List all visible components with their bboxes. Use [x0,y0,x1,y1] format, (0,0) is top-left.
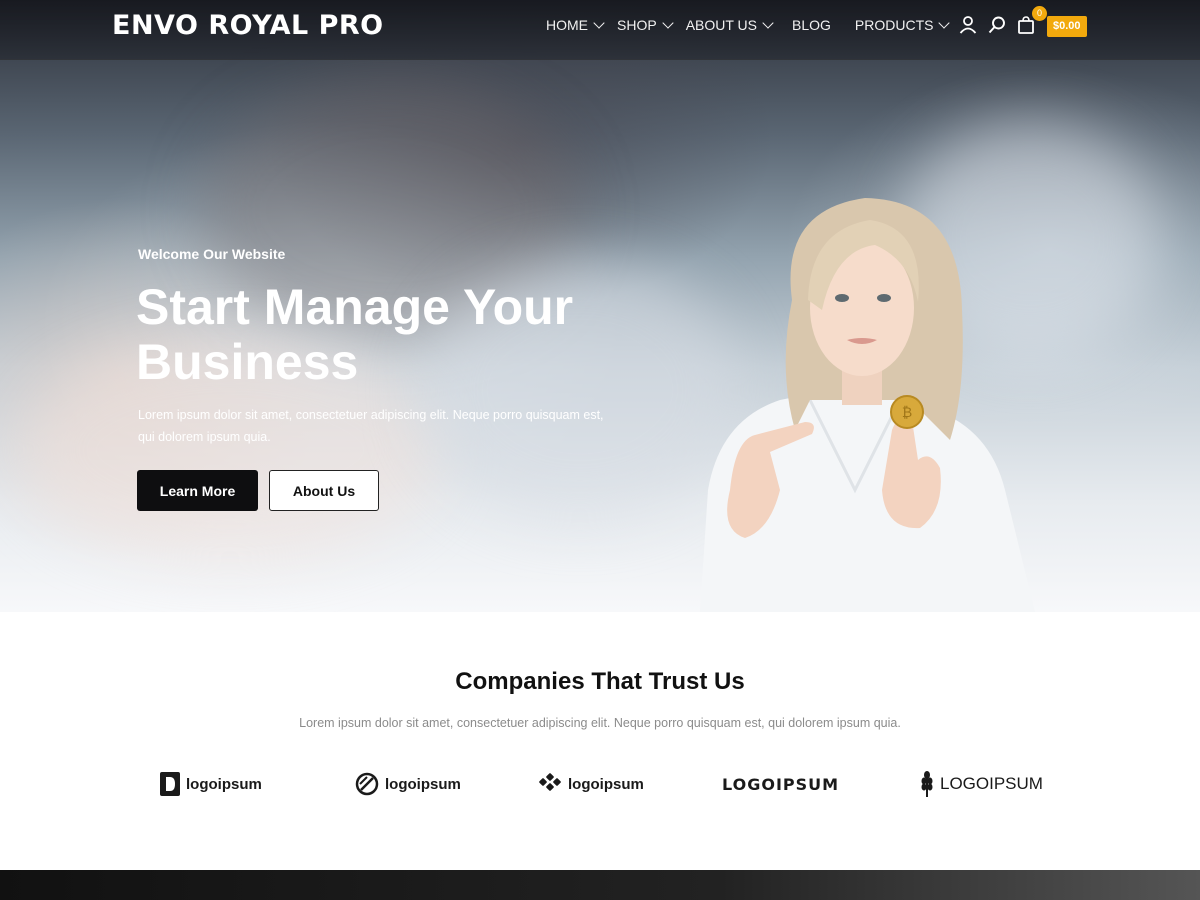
cart-total[interactable]: $0.00 [1047,16,1087,37]
nav-about-us[interactable]: ABOUT US [685,17,774,33]
company-logo-5: LOGOIPSUM [920,766,1043,802]
nav-home-label: HOME [546,17,588,33]
logo-mark-chain-icon [539,773,561,791]
nav-products[interactable]: PRODUCTS [854,17,951,33]
site-logo[interactable]: ENVO ROYAL PRO [112,10,384,41]
nav-home[interactable]: HOME [546,17,605,33]
about-us-button[interactable]: About Us [269,470,379,511]
hero-woman-image: ₿ [700,198,1035,612]
logo-wordmark: LOGOIPSUM [722,774,840,794]
hero-title-line2: Business [136,334,359,390]
logo-mark-d-icon [160,772,180,796]
nav-shop-label: SHOP [617,17,657,33]
company-logo-2: logoipsum [355,766,461,802]
chevron-down-icon [593,17,605,29]
chevron-down-icon [938,17,951,29]
logo-text: logoipsum [186,775,262,793]
hero-eyebrow: Welcome Our Website [138,246,286,262]
chevron-down-icon [662,17,674,29]
hero-title: Start Manage Your Business [136,280,656,390]
chevron-down-icon [762,17,774,29]
company-logo-3: logoipsum [538,766,644,802]
nav-shop[interactable]: SHOP [617,17,674,33]
hero-title-line1: Start Manage Your [136,279,574,335]
nav-products-label: PRODUCTS [854,17,934,33]
companies-description: Lorem ipsum dolor sit amet, consectetuer… [299,716,901,730]
main-nav: HOME SHOP ABOUT US BLOG PRODUCTS [546,17,951,33]
logo-text: LOGOIPSUM [940,774,1043,793]
company-logo-4: LOGOIPSUM [722,766,839,802]
logo-mark-wheat-icon [921,771,933,797]
company-logo-1: logoipsum [160,766,262,802]
hero-description: Lorem ipsum dolor sit amet, consectetuer… [138,408,604,444]
nav-about-us-label: ABOUT US [685,17,757,33]
logo-text: logoipsum [385,775,461,793]
logo-text: logoipsum [568,775,644,793]
company-logos: logoipsum logoipsum logoipsum LOGOIPSUM [0,766,1200,802]
nav-blog[interactable]: BLOG [792,17,831,33]
footer-strip [0,870,1200,900]
cart-count-badge: 0 [1032,6,1047,21]
companies-title: Companies That Trust Us [455,668,745,695]
svg-text:₿: ₿ [902,405,912,421]
search-icon[interactable] [987,15,1007,35]
site-header: ENVO ROYAL PRO HOME SHOP ABOUT US BLOG P… [0,0,1200,60]
nav-blog-label: BLOG [792,17,831,33]
learn-more-button[interactable]: Learn More [137,470,258,511]
hero-section: Welcome Our Website Start Manage Your Bu… [0,0,1200,612]
logo-mark-circle-slash-icon [355,772,379,796]
user-icon[interactable] [958,15,978,35]
